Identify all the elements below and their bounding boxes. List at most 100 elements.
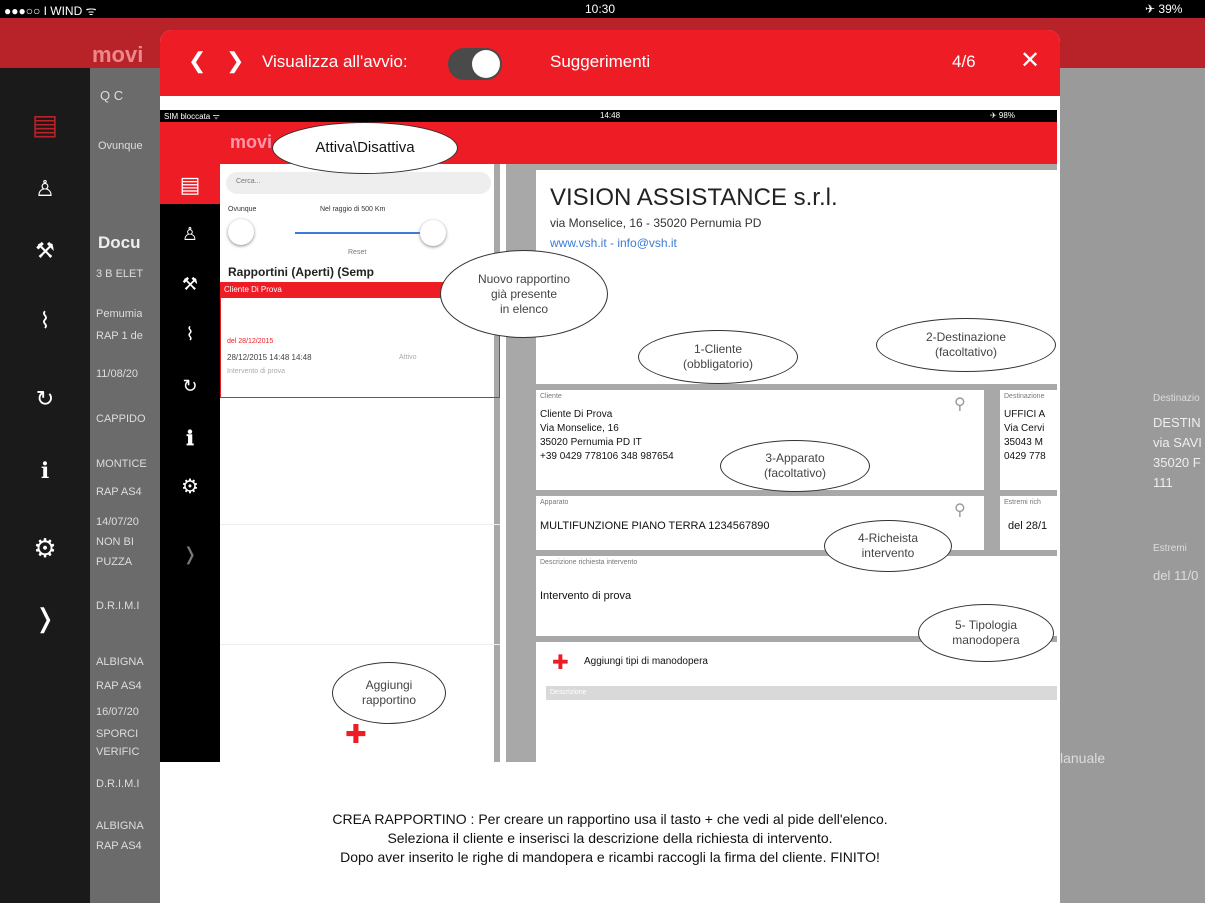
- attachment-icon[interactable]: ⌇: [25, 308, 65, 334]
- page-indicator: 4/6: [952, 52, 976, 71]
- text-line: UFFICI A: [1004, 409, 1046, 420]
- text-line: Cliente Di Prova: [540, 409, 613, 420]
- user-icon[interactable]: ♙: [25, 176, 65, 202]
- bg-extremes-value: del 11/0: [1153, 568, 1199, 583]
- inner-selected-row-label: Cliente Di Prova: [224, 285, 282, 294]
- description-line: Dopo aver inserito le righe di mandopera…: [340, 848, 880, 865]
- show-on-start-label: Visualizza all'avvio:: [262, 52, 408, 71]
- inner-row-line1: del 28/12/2015: [227, 338, 274, 345]
- battery: ✈ 39%: [1145, 2, 1183, 16]
- extremes-card[interactable]: Estremi rich del 28/1: [1000, 496, 1057, 550]
- inner-battery: ✈ 98%: [990, 111, 1015, 120]
- inner-collapse-icon: ❭: [182, 544, 198, 564]
- background-detail: Destinazio DESTIN via SAVI 35020 F 111 Estr…: [1058, 68, 1205, 903]
- add-report-icon[interactable]: ✚: [345, 719, 367, 750]
- inner-app-title: movi: [230, 132, 273, 152]
- background-row: SPORCI: [96, 728, 139, 740]
- callout-add-report: Aggiungi rapportino: [332, 662, 446, 724]
- add-labour-icon[interactable]: ✚: [552, 650, 569, 675]
- background-row: D.R.I.M.I: [96, 600, 140, 612]
- prev-button[interactable]: ❮: [188, 48, 206, 74]
- inner-slider-thumb: [420, 220, 446, 246]
- close-button[interactable]: ✕: [1020, 46, 1040, 75]
- extremes-label: Estremi rich: [1004, 499, 1041, 506]
- extremes-value: del 28/1: [1008, 520, 1048, 532]
- background-row: RAP AS4: [96, 486, 142, 498]
- background-row: RAP AS4: [96, 680, 142, 692]
- labour-column: Descrizione: [550, 689, 587, 696]
- company-address: via Monselice, 16 - 35020 Pernumia PD: [550, 216, 762, 230]
- inner-settings-icon: ⚙: [181, 476, 199, 498]
- inner-search: Cerca...: [226, 172, 491, 194]
- text-line: Via Cervi: [1004, 423, 1045, 434]
- bg-dest-lines: DESTIN via SAVI 35020 F 111: [1153, 413, 1202, 493]
- show-on-start-toggle[interactable]: [448, 48, 502, 80]
- device-status-bar: ●●●○○ I WIND ᯤ 10:30 ✈ 39%: [0, 0, 1205, 18]
- next-button[interactable]: ❯: [226, 48, 244, 74]
- callout-device: 3-Apparato (facoltativo): [720, 440, 870, 492]
- bg-extremes-label: Estremi: [1153, 543, 1187, 554]
- toggle-knob: [472, 50, 500, 78]
- text-line: 35020 F: [1153, 455, 1201, 470]
- report-icon[interactable]: ▤: [25, 108, 65, 141]
- inner-scope: Ovunque: [228, 206, 257, 213]
- modal-title: Suggerimenti: [550, 52, 651, 71]
- tutorial-screenshot: SIM bloccata ᯤ 14:48 ✈ 98% movi ▤ ♙ ⚒ ⌇ …: [160, 110, 1057, 762]
- device-value: MULTIFUNZIONE PIANO TERRA 1234567890: [540, 520, 770, 532]
- text-line: 0429 778: [1004, 451, 1046, 462]
- request-label: Descrizione richiesta intervento: [540, 559, 638, 566]
- background-row: RAP AS4: [96, 840, 142, 852]
- background-row: 14/07/20: [96, 516, 139, 528]
- text-line: +39 0429 778106 348 987654: [540, 451, 674, 462]
- link-icon[interactable]: ⚲: [954, 394, 966, 414]
- text-line: DESTIN: [1153, 415, 1201, 430]
- client-label: Cliente: [540, 393, 562, 400]
- inner-list-header: Rapportini (Aperti) (Semp: [228, 265, 374, 279]
- inner-attachment-icon: ⌇: [185, 324, 195, 344]
- background-row: RAP 1 de: [96, 330, 143, 342]
- background-row: PUZZA: [96, 556, 133, 568]
- background-sidebar: ▤ ♙ ⚒ ⌇ ↻ ℹ ⚙ ❭: [0, 68, 90, 903]
- labour-table-header: Descrizione: [546, 686, 1057, 700]
- add-labour-label[interactable]: Aggiungi tipi di manodopera: [584, 656, 708, 667]
- device-label: Apparato: [540, 499, 569, 506]
- callout-labour: 5- Tipologia manodopera: [918, 604, 1054, 662]
- text-line: 35020 Pernumia PD IT: [540, 437, 642, 448]
- background-row: 16/07/20: [96, 706, 139, 718]
- company-web: www.vsh.it - info@vsh.it: [550, 236, 677, 250]
- modal-toolbar: ❮ ❯ Visualizza all'avvio: Suggerimenti 4…: [160, 30, 1060, 96]
- link-icon[interactable]: ⚲: [954, 500, 966, 520]
- bg-manual: lanuale: [1060, 750, 1106, 766]
- inner-report-icon: ▤: [179, 172, 201, 197]
- carrier: ●●●○○ I WIND ᯤ: [4, 4, 97, 18]
- background-row: MONTICE: [96, 458, 147, 470]
- background-row: VERIFIC: [96, 746, 140, 758]
- settings-icon[interactable]: ⚙: [25, 533, 65, 564]
- inner-row-line3: Intervento di prova: [227, 368, 285, 375]
- tutorial-modal: ❮ ❯ Visualizza all'avvio: Suggerimenti 4…: [160, 30, 1060, 903]
- inner-row-status: Attivo: [399, 354, 417, 361]
- callout-client: 1-Cliente (obbligatorio): [638, 330, 798, 384]
- background-scope: Ovunque: [98, 140, 143, 152]
- destination-card[interactable]: Destinazione UFFICI A Via Cervi 35043 M 042…: [1000, 390, 1057, 490]
- background-row: 3 B ELET: [96, 268, 144, 280]
- inner-divider: [220, 644, 500, 645]
- inner-radius-slider: [295, 232, 425, 234]
- background-row: CAPPIDO: [96, 413, 146, 425]
- tutorial-description: CREA RAPPORTINO : Per creare un rapporti…: [160, 810, 1060, 867]
- tools-icon[interactable]: ⚒: [25, 238, 65, 264]
- background-list: Q C Ovunque Docu 3 B ELET Pemumia RAP 1 de…: [90, 68, 160, 903]
- company-name: VISION ASSISTANCE s.r.l.: [550, 184, 838, 211]
- dest-label: Destinazione: [1004, 393, 1045, 400]
- inner-reset: Reset: [348, 249, 367, 256]
- collapse-icon[interactable]: ❭: [25, 603, 65, 634]
- info-icon[interactable]: ℹ: [25, 458, 65, 484]
- inner-user-icon: ♙: [181, 224, 199, 244]
- sync-icon[interactable]: ↻: [25, 386, 65, 412]
- inner-divider: [220, 524, 500, 525]
- description-line: Seleziona il cliente e inserisci la desc…: [387, 829, 833, 846]
- callout-toggle: Attiva\Disattiva: [272, 122, 458, 174]
- background-section: Docu: [98, 233, 141, 252]
- request-value: Intervento di prova: [540, 590, 632, 602]
- inner-carrier: SIM bloccata ᯤ: [164, 112, 220, 121]
